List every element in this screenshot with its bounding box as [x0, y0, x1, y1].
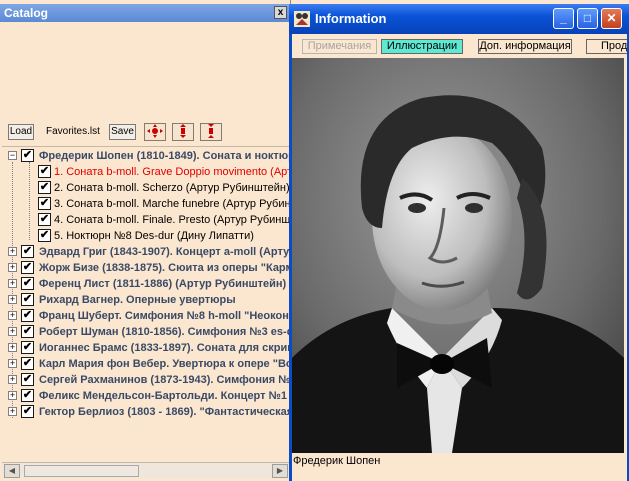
tree-item-label: Фредерик Шопен (1810-1849). Соната и нок…: [39, 150, 290, 162]
catalog-title: Catalog: [4, 6, 49, 20]
tree-child-item[interactable]: ✔ 5. Ноктюрн №8 Des-dur (Дину Липатти): [2, 228, 290, 244]
tree-child-label: 3. Соната b-moll. Marche funebre (Артур …: [54, 198, 290, 210]
tree-child-label: 1. Соната b-moll. Grave Doppio movimento…: [54, 166, 290, 178]
tree-item-label: Карл Мария фон Вебер. Увертюра к опере "…: [39, 358, 290, 370]
catalog-close-icon[interactable]: x: [274, 6, 287, 19]
checkbox[interactable]: ✔: [38, 213, 51, 226]
information-body: Примечания Иллюстрации Доп. информация П…: [292, 34, 627, 481]
checkbox[interactable]: ✔: [21, 309, 34, 322]
checkbox[interactable]: ✔: [38, 229, 51, 242]
close-icon[interactable]: ✕: [601, 8, 622, 29]
portrait-illustration: [292, 58, 624, 453]
catalog-title-bar: Catalog x: [0, 4, 290, 22]
expand-icon[interactable]: +: [8, 343, 17, 352]
catalog-panel: Catalog x Load Favorites.lst Save − ✔ Фр…: [0, 0, 291, 481]
collapse-icon[interactable]: −: [8, 151, 17, 160]
tree-item[interactable]: + ✔ Франц Шуберт. Симфония №8 h-moll "Не…: [2, 308, 290, 324]
tree-item[interactable]: + ✔ Сергей Рахманинов (1873-1943). Симфо…: [2, 372, 290, 388]
expand-icon[interactable]: +: [8, 295, 17, 304]
tree-child-item[interactable]: ✔ 2. Соната b-moll. Scherzo (Артур Рубин…: [2, 180, 290, 196]
tree-item-label: Феликс Мендельсон-Бартольди. Концерт №1: [39, 390, 287, 402]
tab-illustrations[interactable]: Иллюстрации: [381, 39, 463, 54]
expand-icon[interactable]: +: [8, 279, 17, 288]
expand-icon[interactable]: +: [8, 247, 17, 256]
tree-item-label: Ференц Лист (1811-1886) (Артур Рубинштей…: [39, 278, 287, 290]
catalog-description-area: [2, 23, 290, 117]
information-window: Information _ □ ✕ Примечания Иллюстрации…: [289, 4, 629, 481]
catalog-toolbar: Load Favorites.lst Save: [2, 120, 290, 144]
tree-item-label: Сергей Рахманинов (1873-1943). Симфония …: [39, 374, 290, 386]
scroll-left-icon[interactable]: ◀: [4, 464, 20, 478]
checkbox[interactable]: ✔: [21, 341, 34, 354]
tree-item[interactable]: + ✔ Иоганнес Брамс (1833-1897). Соната д…: [2, 340, 290, 356]
tree-item-label: Иоганнес Брамс (1833-1897). Соната для с…: [39, 342, 290, 354]
playlist-file-name: Favorites.lst: [46, 126, 100, 137]
expand-icon[interactable]: +: [8, 263, 17, 272]
checkbox[interactable]: ✔: [21, 373, 34, 386]
expand-icon[interactable]: +: [8, 327, 17, 336]
move-up-icon[interactable]: [172, 123, 194, 141]
tree-child-item[interactable]: ✔ 3. Соната b-moll. Marche funebre (Арту…: [2, 196, 290, 212]
tree-item[interactable]: + ✔ Жорж Бизе (1838-1875). Сюита из опер…: [2, 260, 290, 276]
tree-item[interactable]: − ✔ Фредерик Шопен (1810-1849). Соната и…: [2, 148, 290, 164]
information-tabs: Примечания Иллюстрации Доп. информация П…: [292, 34, 627, 58]
checkbox[interactable]: ✔: [21, 389, 34, 402]
save-button[interactable]: Save: [109, 124, 136, 140]
tree-item-label: Эдвард Григ (1843-1907). Концерт a-moll …: [39, 246, 290, 258]
move-down-icon[interactable]: [200, 123, 222, 141]
checkbox[interactable]: ✔: [38, 165, 51, 178]
app-icon: [294, 11, 310, 27]
tree-item-label: Рихард Вагнер. Оперные увертюры: [39, 294, 236, 306]
tab-additional-info[interactable]: Доп. информация: [478, 39, 572, 54]
expand-icon[interactable]: +: [8, 375, 17, 384]
checkbox[interactable]: ✔: [21, 405, 34, 418]
expand-icon[interactable]: +: [8, 359, 17, 368]
catalog-tree: − ✔ Фредерик Шопен (1810-1849). Соната и…: [2, 146, 290, 462]
checkbox[interactable]: ✔: [21, 277, 34, 290]
tree-item-label: Роберт Шуман (1810-1856). Симфония №3 es…: [39, 326, 290, 338]
load-button[interactable]: Load: [8, 124, 34, 140]
tree-child-label: 2. Соната b-moll. Scherzo (Артур Рубиншт…: [54, 182, 290, 194]
tree-item[interactable]: + ✔ Эдвард Григ (1843-1907). Концерт a-m…: [2, 244, 290, 260]
tree-item[interactable]: + ✔ Гектор Берлиоз (1803 - 1869). "Фанта…: [2, 404, 290, 420]
tree-item[interactable]: + ✔ Феликс Мендельсон-Бартольди. Концерт…: [2, 388, 290, 404]
illustration-caption: Фредерик Шопен: [293, 455, 381, 467]
move-icon[interactable]: [144, 123, 166, 141]
minimize-icon[interactable]: _: [553, 8, 574, 29]
checkbox[interactable]: ✔: [21, 245, 34, 258]
tree-child-item[interactable]: ✔ 4. Соната b-moll. Finale. Presto (Арту…: [2, 212, 290, 228]
expand-icon[interactable]: +: [8, 311, 17, 320]
checkbox[interactable]: ✔: [21, 261, 34, 274]
tree-item[interactable]: + ✔ Роберт Шуман (1810-1856). Симфония №…: [2, 324, 290, 340]
checkbox[interactable]: ✔: [21, 149, 34, 162]
checkbox[interactable]: ✔: [38, 181, 51, 194]
maximize-icon[interactable]: □: [577, 8, 598, 29]
checkbox[interactable]: ✔: [38, 197, 51, 210]
tab-continuation[interactable]: Продолжение: [586, 39, 627, 54]
expand-icon[interactable]: +: [8, 407, 17, 416]
portrait-image: [292, 58, 624, 453]
tree-item-label: Франц Шуберт. Симфония №8 h-moll "Неокон…: [39, 310, 290, 322]
tree-item-label: Гектор Берлиоз (1803 - 1869). "Фантастич…: [39, 406, 290, 418]
scroll-right-icon[interactable]: ▶: [272, 464, 288, 478]
tree-child-label: 4. Соната b-moll. Finale. Presto (Артур …: [54, 214, 290, 226]
tree-item[interactable]: + ✔ Рихард Вагнер. Оперные увертюры: [2, 292, 290, 308]
tree-item-label: Жорж Бизе (1838-1875). Сюита из оперы "К…: [39, 262, 290, 274]
checkbox[interactable]: ✔: [21, 325, 34, 338]
checkbox[interactable]: ✔: [21, 293, 34, 306]
tree-child-label: 5. Ноктюрн №8 Des-dur (Дину Липатти): [54, 230, 254, 242]
expand-icon[interactable]: +: [8, 391, 17, 400]
checkbox[interactable]: ✔: [21, 357, 34, 370]
horizontal-scrollbar[interactable]: ◀ ▶: [2, 462, 290, 478]
information-title: Information: [315, 11, 387, 26]
scrollbar-thumb[interactable]: [24, 465, 139, 477]
information-title-bar: Information _ □ ✕: [289, 4, 629, 34]
tab-notes[interactable]: Примечания: [302, 39, 377, 54]
tree-item[interactable]: + ✔ Ференц Лист (1811-1886) (Артур Рубин…: [2, 276, 290, 292]
tree-item[interactable]: + ✔ Карл Мария фон Вебер. Увертюра к опе…: [2, 356, 290, 372]
tree-child-item[interactable]: ✔ 1. Соната b-moll. Grave Doppio movimen…: [2, 164, 290, 180]
